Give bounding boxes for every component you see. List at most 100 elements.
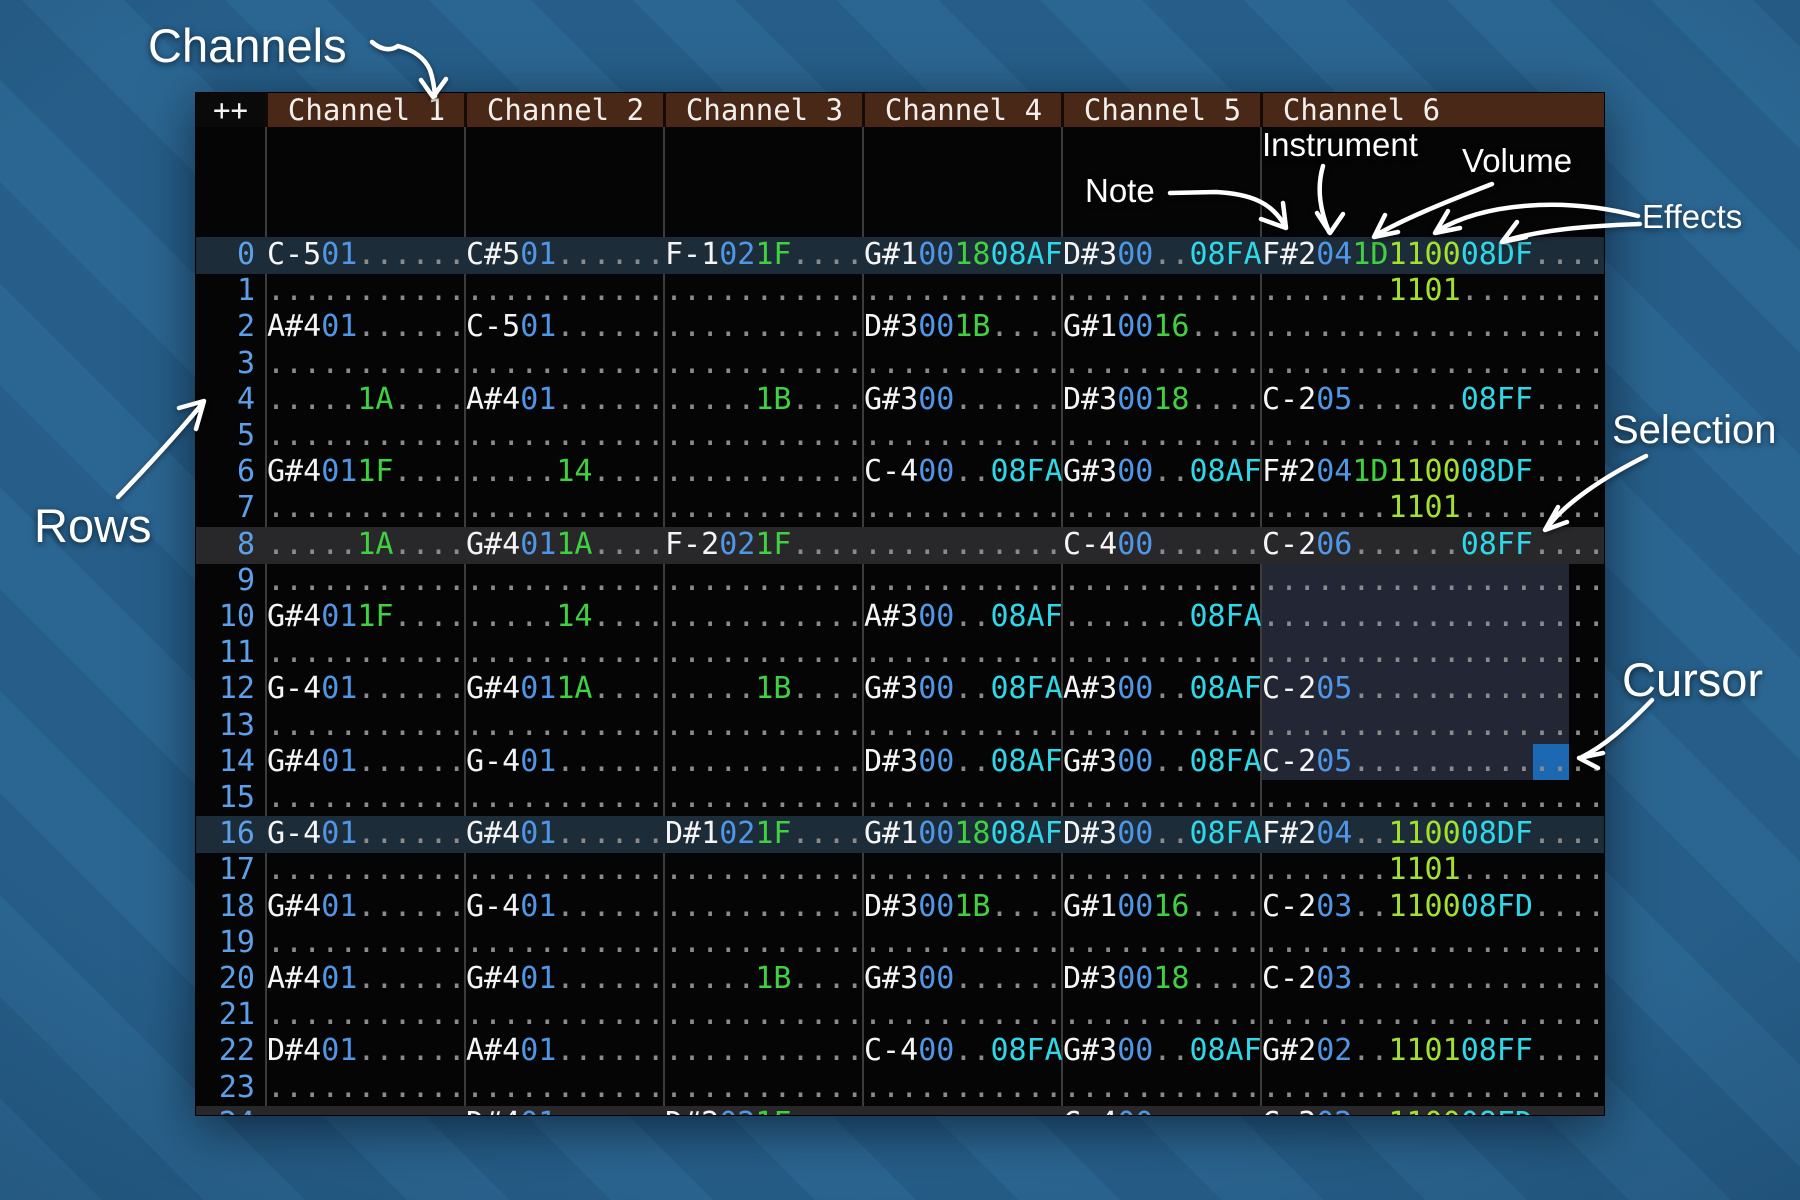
pattern-cell-ch1[interactable]: ...........	[267, 490, 466, 526]
pattern-expand-button[interactable]: ++	[196, 93, 265, 127]
pattern-cell-ch4[interactable]: ...........	[864, 925, 1063, 961]
pattern-cell-ch4[interactable]: A#300..08AF	[864, 599, 1063, 635]
pattern-cell-ch4[interactable]: G#300..08FA	[864, 671, 1063, 707]
pattern-cell-ch4[interactable]: D#300..08AF	[864, 744, 1063, 780]
pattern-cell-ch6[interactable]: C-203..110008FD....	[1262, 889, 1604, 925]
pattern-cell-ch2[interactable]: ...........	[466, 1070, 665, 1106]
pattern-cell-ch4[interactable]: ...........	[864, 346, 1063, 382]
pattern-cell-ch3[interactable]: D#1021F....	[665, 816, 864, 852]
pattern-cell-ch6[interactable]: ...................	[1262, 418, 1604, 454]
pattern-cell-ch6[interactable]: ...................	[1262, 997, 1604, 1033]
pattern-cell-ch2[interactable]: ...........	[466, 780, 665, 816]
channel-header-4[interactable]: Channel 4	[864, 93, 1063, 127]
pattern-cell-ch4[interactable]: C-400..08FA	[864, 1033, 1063, 1069]
pattern-cell-ch5[interactable]: D#300..08FA	[1063, 237, 1262, 273]
pattern-cell-ch2[interactable]: ...........	[466, 852, 665, 888]
pattern-cell-ch6[interactable]: ...................	[1262, 708, 1604, 744]
pattern-cell-ch3[interactable]: ...........	[665, 599, 864, 635]
pattern-cell-ch1[interactable]: ...........	[267, 780, 466, 816]
pattern-cell-ch5[interactable]: C-400......	[1063, 527, 1262, 563]
pattern-cell-ch2[interactable]: ...........	[466, 346, 665, 382]
pattern-cell-ch1[interactable]: ...........	[267, 346, 466, 382]
pattern-cell-ch1[interactable]: A#401......	[267, 961, 466, 997]
pattern-cell-ch6[interactable]: ...................	[1262, 309, 1604, 345]
pattern-cell-ch4[interactable]: G#1001808AF	[864, 816, 1063, 852]
pattern-cell-ch3[interactable]: .....1B....	[665, 382, 864, 418]
pattern-cell-ch1[interactable]: ...........	[267, 997, 466, 1033]
pattern-cell-ch2[interactable]: C-501......	[466, 309, 665, 345]
pattern-cell-ch1[interactable]: .....1A....	[267, 382, 466, 418]
pattern-cell-ch2[interactable]: G#4011A....	[466, 671, 665, 707]
pattern-cell-ch5[interactable]: ...........	[1063, 490, 1262, 526]
channel-header-3[interactable]: Channel 3	[665, 93, 864, 127]
pattern-cell-ch1[interactable]: G#401......	[267, 744, 466, 780]
pattern-cell-ch4[interactable]: ...........	[864, 852, 1063, 888]
pattern-cell-ch6[interactable]: ...................	[1262, 563, 1604, 599]
pattern-cell-ch4[interactable]: ...........	[864, 780, 1063, 816]
pattern-cell-ch6[interactable]: G#202..110108FF....	[1262, 1033, 1604, 1069]
pattern-cell-ch2[interactable]: A#401......	[466, 382, 665, 418]
pattern-cell-ch1[interactable]: ...........	[267, 852, 466, 888]
pattern-cell-ch5[interactable]: ...........	[1063, 708, 1262, 744]
pattern-cell-ch2[interactable]: ...........	[466, 273, 665, 309]
pattern-cell-ch4[interactable]: ...........	[864, 635, 1063, 671]
pattern-cell-ch6[interactable]: ...................	[1262, 599, 1604, 635]
pattern-cell-ch4[interactable]: D#3001B....	[864, 889, 1063, 925]
pattern-cell-ch3[interactable]: F-2021F....	[665, 527, 864, 563]
pattern-cell-ch2[interactable]: ...........	[466, 490, 665, 526]
pattern-cell-ch3[interactable]: .....1B....	[665, 671, 864, 707]
pattern-cell-ch3[interactable]: ...........	[665, 1033, 864, 1069]
pattern-cell-ch6[interactable]: C-205..............	[1262, 671, 1604, 707]
pattern-cell-ch6[interactable]: C-302..110008FD....	[1262, 1106, 1604, 1115]
pattern-cell-ch1[interactable]: G-401......	[267, 816, 466, 852]
pattern-cell-ch5[interactable]: D#30018....	[1063, 382, 1262, 418]
channel-header-6[interactable]: Channel 6	[1262, 93, 1604, 127]
pattern-cell-ch4[interactable]: ...........	[864, 1070, 1063, 1106]
pattern-cell-ch3[interactable]: ...........	[665, 925, 864, 961]
pattern-cell-ch2[interactable]: C#501......	[466, 237, 665, 273]
pattern-cell-ch2[interactable]: G#401......	[466, 961, 665, 997]
pattern-cell-ch1[interactable]: ...........	[267, 563, 466, 599]
pattern-cell-ch1[interactable]: G#401......	[267, 889, 466, 925]
pattern-cell-ch5[interactable]: ...........	[1063, 997, 1262, 1033]
pattern-cell-ch2[interactable]: ...........	[466, 997, 665, 1033]
pattern-cell-ch1[interactable]: G#4011F....	[267, 454, 466, 490]
pattern-cell-ch6[interactable]: ...................	[1262, 635, 1604, 671]
pattern-cell-ch2[interactable]: ...........	[466, 925, 665, 961]
pattern-cell-ch2[interactable]: .....14....	[466, 454, 665, 490]
pattern-cell-ch1[interactable]: ...........	[267, 635, 466, 671]
pattern-cell-ch4[interactable]: ...........	[864, 708, 1063, 744]
pattern-cell-ch5[interactable]: C-400......	[1063, 1106, 1262, 1115]
pattern-area[interactable]: 0C-501......C#501......F-1021F....G#1001…	[196, 127, 1604, 1115]
pattern-cell-ch6[interactable]: .......1101........	[1262, 273, 1604, 309]
pattern-cell-ch3[interactable]: ...........	[665, 852, 864, 888]
pattern-cell-ch5[interactable]: A#300..08AF	[1063, 671, 1262, 707]
pattern-cell-ch6[interactable]: .......1101........	[1262, 852, 1604, 888]
pattern-cell-ch6[interactable]: F#2041D110008DF....	[1262, 237, 1604, 273]
pattern-cell-ch5[interactable]: ...........	[1063, 852, 1262, 888]
pattern-cell-ch6[interactable]: C-203..............	[1262, 961, 1604, 997]
pattern-cell-ch6[interactable]: C-205......08FF....	[1262, 382, 1604, 418]
pattern-cell-ch5[interactable]: G#300..08AF	[1063, 454, 1262, 490]
pattern-cell-ch1[interactable]: A#401......	[267, 309, 466, 345]
pattern-cell-ch2[interactable]: ...........	[466, 635, 665, 671]
pattern-cell-ch3[interactable]: F-1021F....	[665, 237, 864, 273]
channel-header-5[interactable]: Channel 5	[1063, 93, 1262, 127]
pattern-cell-ch2[interactable]: G#401......	[466, 816, 665, 852]
pattern-cell-ch4[interactable]: G#300......	[864, 961, 1063, 997]
pattern-cell-ch3[interactable]: ...........	[665, 273, 864, 309]
pattern-cell-ch1[interactable]: ...........	[267, 1070, 466, 1106]
pattern-cell-ch2[interactable]: D#401......	[466, 1106, 665, 1115]
pattern-cell-ch6[interactable]: ...................	[1262, 925, 1604, 961]
pattern-cell-ch6[interactable]: ...................	[1262, 346, 1604, 382]
pattern-cell-ch5[interactable]: ...........	[1063, 635, 1262, 671]
pattern-cell-ch6[interactable]: ...................	[1262, 780, 1604, 816]
pattern-cell-ch3[interactable]: ...........	[665, 997, 864, 1033]
pattern-cell-ch1[interactable]: G-401......	[267, 671, 466, 707]
pattern-cell-ch3[interactable]: .....1B....	[665, 961, 864, 997]
pattern-cell-ch3[interactable]: ...........	[665, 418, 864, 454]
pattern-cell-ch1[interactable]: C-501......	[267, 237, 466, 273]
pattern-cell-ch3[interactable]: ...........	[665, 780, 864, 816]
pattern-cell-ch1[interactable]: ...........	[267, 273, 466, 309]
pattern-cell-ch5[interactable]: ...........	[1063, 418, 1262, 454]
